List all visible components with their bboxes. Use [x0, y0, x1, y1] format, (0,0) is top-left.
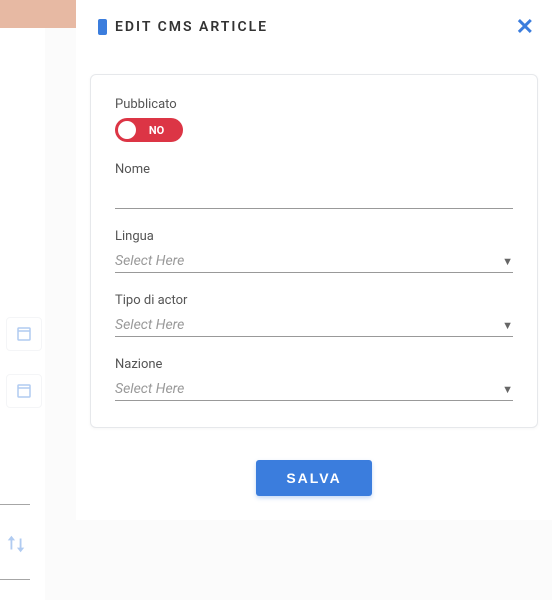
field-nazione: Nazione Select Here ▼: [115, 357, 513, 401]
select-placeholder: Select Here: [115, 317, 502, 333]
select-nazione[interactable]: Select Here ▼: [115, 378, 513, 401]
modal-header: EDIT CMS ARTICLE ✕: [76, 0, 552, 48]
form-card: Pubblicato NO Nome Lingua Select Here ▼ …: [90, 74, 538, 428]
select-tipo-di-actor[interactable]: Select Here ▼: [115, 314, 513, 337]
toggle-knob: [118, 121, 136, 139]
label-nome: Nome: [115, 162, 513, 177]
chevron-down-icon: ▼: [502, 255, 513, 268]
select-lingua[interactable]: Select Here ▼: [115, 250, 513, 273]
toggle-value-label: NO: [136, 124, 183, 137]
field-lingua: Lingua Select Here ▼: [115, 229, 513, 273]
header-marker-icon: [98, 19, 107, 35]
label-lingua: Lingua: [115, 229, 513, 244]
modal-title: EDIT CMS ARTICLE: [115, 19, 512, 35]
field-tipo: Tipo di actor Select Here ▼: [115, 293, 513, 337]
modal-edit-cms-article: EDIT CMS ARTICLE ✕ Pubblicato NO Nome Li…: [76, 0, 552, 520]
toggle-pubblicato[interactable]: NO: [115, 118, 183, 142]
modal-footer: SALVA: [76, 442, 552, 520]
input-nome[interactable]: [115, 183, 513, 209]
field-pubblicato: Pubblicato NO: [115, 97, 513, 142]
chevron-down-icon: ▼: [502, 383, 513, 396]
label-pubblicato: Pubblicato: [115, 97, 513, 112]
save-button[interactable]: SALVA: [256, 460, 371, 496]
label-nazione: Nazione: [115, 357, 513, 372]
select-placeholder: Select Here: [115, 381, 502, 397]
label-tipo: Tipo di actor: [115, 293, 513, 308]
chevron-down-icon: ▼: [502, 319, 513, 332]
select-placeholder: Select Here: [115, 253, 502, 269]
close-button[interactable]: ✕: [512, 16, 538, 38]
field-nome: Nome: [115, 162, 513, 209]
close-icon: ✕: [516, 14, 534, 39]
